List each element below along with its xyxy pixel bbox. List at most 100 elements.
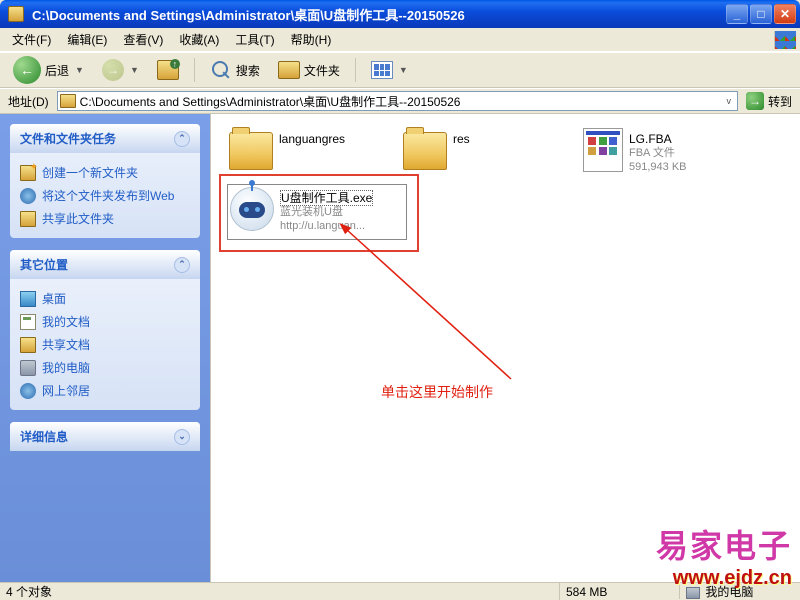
chevron-down-icon: ▼ (399, 65, 408, 75)
place-network[interactable]: 网上邻居 (20, 379, 190, 402)
window-buttons: _ □ ✕ (726, 4, 796, 24)
status-zone: 我的电脑 (680, 583, 800, 600)
back-label: 后退 (45, 62, 69, 79)
details-header[interactable]: 详细信息 ⌄ (10, 422, 200, 451)
folder-tile-languangres[interactable]: languangres (227, 126, 407, 182)
file-name: U盘制作工具.exe (280, 190, 373, 206)
go-icon: → (746, 92, 764, 110)
other-places-label: 其它位置 (20, 256, 68, 273)
tile-text: LG.FBA FBA 文件 591,943 KB (629, 128, 687, 174)
place-shared-docs[interactable]: 共享文档 (20, 333, 190, 356)
go-label: 转到 (768, 93, 792, 110)
search-button[interactable]: 搜索 (203, 56, 267, 84)
mycomputer-icon (686, 587, 700, 599)
search-icon (210, 59, 232, 81)
address-path: C:\Documents and Settings\Administrator\… (80, 93, 723, 110)
chevron-down-icon: ▼ (75, 65, 84, 75)
folder-icon (8, 6, 24, 22)
task-label: 将这个文件夹发布到Web (42, 187, 174, 204)
tile-text: languangres (279, 128, 345, 146)
menu-file[interactable]: 文件(F) (4, 29, 59, 50)
toolbar: ← 后退 ▼ → ▼ 搜索 文件夹 ▼ (0, 52, 800, 88)
menu-view[interactable]: 查看(V) (115, 29, 171, 50)
desktop-icon (20, 291, 36, 307)
address-input[interactable]: C:\Documents and Settings\Administrator\… (57, 91, 738, 111)
separator (355, 58, 356, 82)
chevron-down-icon: ▼ (130, 65, 139, 75)
folders-button[interactable]: 文件夹 (271, 58, 347, 82)
place-label: 网上邻居 (42, 382, 90, 399)
sidebar: 文件和文件夹任务 ⌃ 创建一个新文件夹 将这个文件夹发布到Web 共享此文件夹 (0, 114, 210, 582)
task-share-folder[interactable]: 共享此文件夹 (20, 207, 190, 230)
go-button[interactable]: → 转到 (742, 92, 796, 110)
back-button[interactable]: ← 后退 ▼ (6, 53, 91, 87)
window-title: C:\Documents and Settings\Administrator\… (28, 5, 726, 24)
folders-label: 文件夹 (304, 62, 340, 79)
views-button[interactable]: ▼ (364, 58, 415, 82)
place-mydocs[interactable]: 我的文档 (20, 310, 190, 333)
share-icon (20, 211, 36, 227)
network-icon (20, 383, 36, 399)
address-label: 地址(D) (4, 93, 53, 110)
chevron-down-icon[interactable]: v (726, 96, 731, 106)
separator (194, 58, 195, 82)
forward-button[interactable]: → ▼ (95, 56, 146, 84)
folder-icon (278, 61, 300, 79)
folder-tile-res[interactable]: res (401, 126, 581, 182)
file-type: FBA 文件 (629, 146, 687, 160)
mycomputer-icon (20, 360, 36, 376)
up-button[interactable] (150, 57, 186, 83)
other-places-panel: 其它位置 ⌃ 桌面 我的文档 共享文档 我的电脑 (10, 250, 200, 410)
tasks-header[interactable]: 文件和文件夹任务 ⌃ (10, 124, 200, 153)
tasks-panel: 文件和文件夹任务 ⌃ 创建一个新文件夹 将这个文件夹发布到Web 共享此文件夹 (10, 124, 200, 238)
collapse-icon: ⌃ (174, 257, 190, 273)
file-size: 591,943 KB (629, 160, 687, 174)
task-new-folder[interactable]: 创建一个新文件夹 (20, 161, 190, 184)
search-label: 搜索 (236, 62, 260, 79)
publish-icon (20, 188, 36, 204)
status-object-count: 4 个对象 (0, 583, 560, 600)
folder-icon (229, 132, 273, 170)
place-mycomputer[interactable]: 我的电脑 (20, 356, 190, 379)
views-icon (371, 61, 393, 79)
details-label: 详细信息 (20, 428, 68, 445)
maximize-button[interactable]: □ (750, 4, 772, 24)
menu-edit[interactable]: 编辑(E) (59, 29, 115, 50)
annotation-arrow (331, 219, 531, 389)
minimize-button[interactable]: _ (726, 4, 748, 24)
folder-up-icon (157, 60, 179, 80)
task-label: 共享此文件夹 (42, 210, 114, 227)
folder-icon (60, 94, 76, 108)
menu-help[interactable]: 帮助(H) (283, 29, 340, 50)
file-tile-lgfba[interactable]: LG.FBA FBA 文件 591,943 KB (581, 126, 761, 182)
task-publish-web[interactable]: 将这个文件夹发布到Web (20, 184, 190, 207)
collapse-icon: ⌃ (174, 131, 190, 147)
close-button[interactable]: ✕ (774, 4, 796, 24)
place-label: 我的电脑 (42, 359, 90, 376)
windows-flag-icon (774, 31, 796, 49)
file-desc: 蓝光装机U盘 (280, 205, 373, 219)
folder-name: languangres (279, 132, 345, 146)
task-label: 创建一个新文件夹 (42, 164, 138, 181)
file-tile-usb-tool[interactable]: U盘制作工具.exe 蓝光装机U盘 http://u.languan... (227, 184, 407, 240)
annotation-text: 单击这里开始制作 (381, 382, 493, 402)
other-places-header[interactable]: 其它位置 ⌃ (10, 250, 200, 279)
menu-favorites[interactable]: 收藏(A) (171, 29, 227, 50)
statusbar: 4 个对象 584 MB 我的电脑 (0, 582, 800, 600)
forward-icon: → (102, 59, 124, 81)
addressbar: 地址(D) C:\Documents and Settings\Administ… (0, 88, 800, 114)
file-icon (583, 128, 623, 172)
mydocs-icon (20, 314, 36, 330)
place-label: 我的文档 (42, 313, 90, 330)
details-panel: 详细信息 ⌄ (10, 422, 200, 451)
tile-text: U盘制作工具.exe 蓝光装机U盘 http://u.languan... (280, 187, 373, 233)
place-desktop[interactable]: 桌面 (20, 287, 190, 310)
tile-text: res (453, 128, 470, 146)
expand-icon: ⌄ (174, 429, 190, 445)
folder-icon (403, 132, 447, 170)
menu-tools[interactable]: 工具(T) (227, 29, 282, 50)
file-view[interactable]: languangres res LG.FBA FBA 文件 591,943 KB (210, 114, 800, 582)
shared-icon (20, 337, 36, 353)
back-icon: ← (13, 56, 41, 84)
other-places-body: 桌面 我的文档 共享文档 我的电脑 网上邻居 (10, 279, 200, 410)
